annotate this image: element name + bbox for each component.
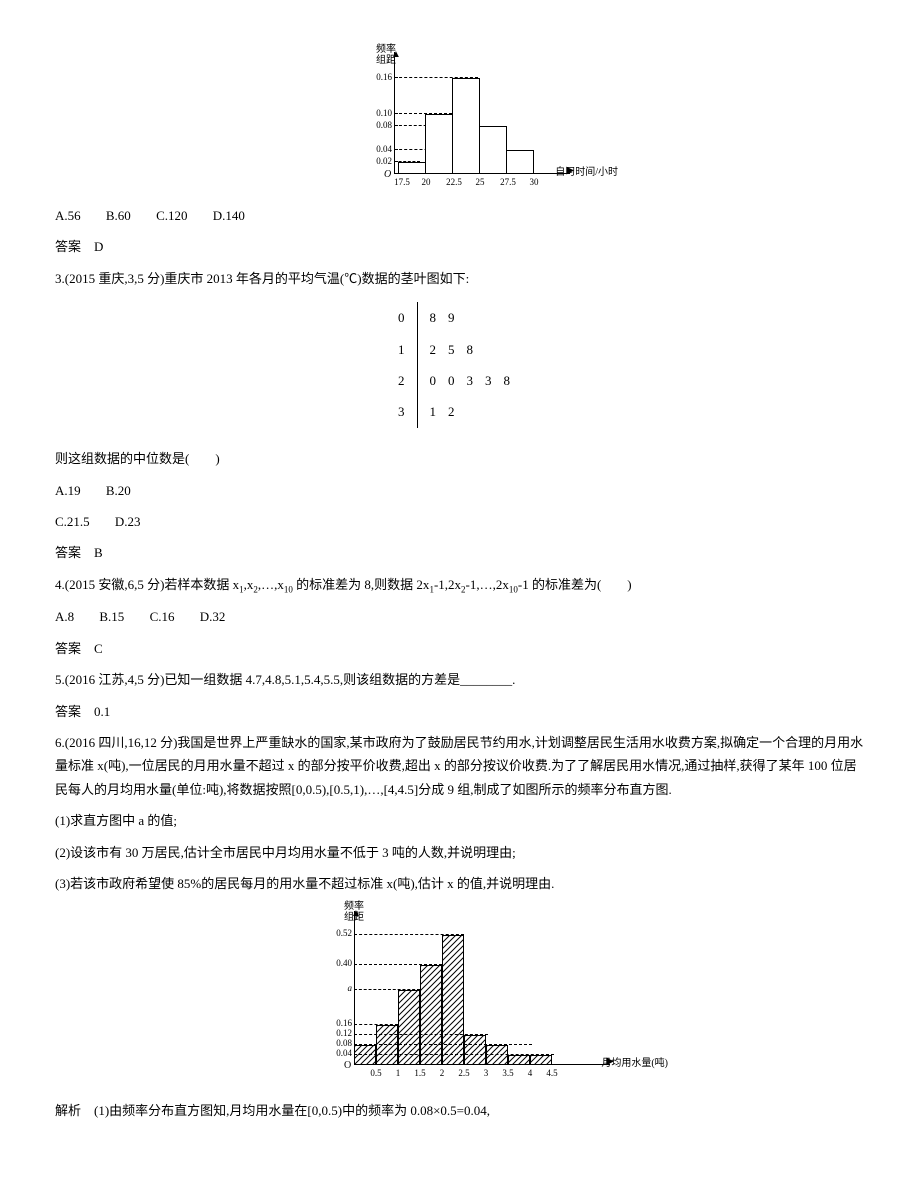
hist2-bar <box>464 1035 486 1065</box>
q5-answer: 答案 0.1 <box>55 700 865 723</box>
hist1-xtick: 20 <box>422 174 431 190</box>
hist2-ytick-a: a <box>326 980 352 996</box>
hist1-xtick: 27.5 <box>500 174 516 190</box>
q3-options-row1: A.19 B.20 <box>55 479 865 502</box>
q6-solution: 解析 (1)由频率分布直方图知,月均用水量在[0,0.5)中的频率为 0.08×… <box>55 1099 865 1122</box>
q3-prompt: 则这组数据的中位数是( ) <box>55 447 865 470</box>
hist2-xtick: 4 <box>528 1065 533 1081</box>
q2-options: A.56 B.60 C.120 D.140 <box>55 204 865 227</box>
hist2-xtick: 3 <box>484 1065 489 1081</box>
hist2-xtick: 2 <box>440 1065 445 1081</box>
hist1-xtick: 17.5 <box>394 174 410 190</box>
hist2-bar <box>376 1025 398 1065</box>
q4-options: A.8 B.15 C.16 D.32 <box>55 605 865 628</box>
stemleaf-row: 089 <box>388 302 532 333</box>
figure-stemleaf: 089 1258 200338 312 <box>55 302 865 435</box>
q3-stem: 3.(2015 重庆,3,5 分)重庆市 2013 年各月的平均气温(℃)数据的… <box>55 267 865 290</box>
hist1-xtick: 22.5 <box>446 174 462 190</box>
q4-answer: 答案 C <box>55 637 865 660</box>
hist1-xtick: 25 <box>476 174 485 190</box>
hist2-xtick: 0.5 <box>370 1065 381 1081</box>
hist1-xlabel: 自习时间/小时 <box>555 164 618 182</box>
q2-answer: 答案 D <box>55 235 865 258</box>
q6-part2: (2)设该市有 30 万居民,估计全市居民中月均用水量不低于 3 吨的人数,并说… <box>55 841 865 864</box>
hist2-xtick: 2.5 <box>458 1065 469 1081</box>
option-c: C.16 <box>150 609 175 624</box>
option-b: B.20 <box>106 483 131 498</box>
q6-part3: (3)若该市政府希望使 85%的居民每月的用水量不超过标准 x(吨),估计 x … <box>55 872 865 895</box>
hist1-xtick: 30 <box>530 174 539 190</box>
hist1-ylabel: 频率组距 <box>376 44 396 66</box>
hist1-bar <box>452 78 480 174</box>
hist2-bar <box>442 935 464 1065</box>
option-b: B.15 <box>99 609 124 624</box>
figure-histogram-1: ▲ 频率组距 O 0.02 0.04 0.08 0.10 0.16 17.5 2… <box>55 52 865 192</box>
hist2-xlabel: 月均用水量(吨) <box>601 1055 668 1073</box>
hist1-bar <box>425 114 453 174</box>
q6-part1: (1)求直方图中 a 的值; <box>55 809 865 832</box>
hist2-bar <box>398 990 420 1065</box>
hist1-ytick: 0.10 <box>366 105 392 121</box>
option-d: D.23 <box>115 514 141 529</box>
hist1-bar <box>479 126 507 174</box>
figure-histogram-2: ▲ 频率组距 O 0.04 0.08 0.12 0.16 0.40 0.52 a… <box>55 907 865 1087</box>
hist1-ytick: 0.04 <box>366 141 392 157</box>
stemleaf-row: 312 <box>388 396 532 427</box>
option-d: D.140 <box>213 208 245 223</box>
hist1-ytick: 0.16 <box>366 69 392 85</box>
hist2-bar <box>486 1045 508 1065</box>
option-c: C.120 <box>156 208 187 223</box>
q4-stem: 4.(2015 安徽,6,5 分)若样本数据 x1,x2,…,x10 的标准差为… <box>55 573 865 598</box>
q3-options-row2: C.21.5 D.23 <box>55 510 865 533</box>
option-d: D.32 <box>200 609 226 624</box>
q3-answer: 答案 B <box>55 541 865 564</box>
option-a: A.19 <box>55 483 81 498</box>
hist2-xtick: 4.5 <box>546 1065 557 1081</box>
option-a: A.8 <box>55 609 74 624</box>
option-b: B.60 <box>106 208 131 223</box>
hist2-xtick: 3.5 <box>502 1065 513 1081</box>
hist2-ytick: 0.16 <box>326 1015 352 1031</box>
stemleaf-row: 200338 <box>388 365 532 396</box>
option-a: A.56 <box>55 208 81 223</box>
hist2-xtick: 1.5 <box>414 1065 425 1081</box>
stemleaf-row: 1258 <box>388 334 532 365</box>
hist2-ytick: 0.52 <box>326 925 352 941</box>
q5-stem: 5.(2016 江苏,4,5 分)已知一组数据 4.7,4.8,5.1,5.4,… <box>55 668 865 691</box>
q6-stem: 6.(2016 四川,16,12 分)我国是世界上严重缺水的国家,某市政府为了鼓… <box>55 731 865 801</box>
hist2-bar <box>420 965 442 1065</box>
option-c: C.21.5 <box>55 514 90 529</box>
hist2-ytick: 0.40 <box>326 955 352 971</box>
hist2-bar <box>354 1045 376 1065</box>
hist2-xtick: 1 <box>396 1065 401 1081</box>
hist1-bar <box>506 150 534 174</box>
